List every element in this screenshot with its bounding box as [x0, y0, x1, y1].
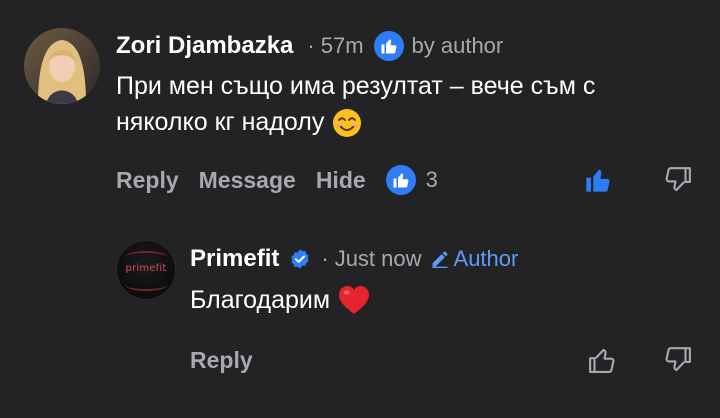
separator-dot: · — [307, 33, 315, 58]
thumbs-up-icon — [393, 173, 409, 188]
thumbs-up-badge-icon — [373, 31, 404, 61]
author-label-text: Author — [453, 246, 519, 271]
reply-button[interactable]: Reply — [190, 347, 253, 374]
thumbs-down-icon — [665, 167, 691, 192]
reaction-summary[interactable]: 3 — [385, 165, 438, 195]
message-button[interactable]: Message — [199, 167, 296, 194]
page-avatar[interactable]: primefit — [116, 240, 176, 300]
reply-button[interactable]: Reply — [116, 167, 179, 194]
thumbs-up-icon — [381, 39, 396, 54]
comment-text: При мен също има резултат – вече съм с н… — [116, 68, 686, 140]
reply-text: Благодарим — [190, 282, 370, 318]
primefit-logo: primefit — [125, 263, 167, 274]
pencil-icon — [430, 249, 450, 269]
liked-by-author-label: by author — [411, 33, 504, 58]
reply-text-content: Благодарим — [190, 286, 331, 314]
reply-time[interactable]: Just now — [335, 246, 422, 272]
thumbs-up-filled-icon — [586, 169, 610, 192]
separator-dot: · — [321, 246, 329, 271]
comment-author-name[interactable]: Zori Djambazka — [116, 32, 293, 60]
logo-swoosh — [125, 251, 167, 263]
upvote-button[interactable] — [580, 162, 616, 198]
verified-badge-icon — [289, 248, 311, 270]
logo-swoosh — [125, 279, 167, 291]
author-label: Author — [430, 246, 519, 272]
reaction-count: 3 — [425, 167, 438, 192]
upvote-button[interactable] — [584, 342, 620, 378]
comment-header: Zori Djambazka · 57m by author — [116, 30, 503, 62]
hide-button[interactable]: Hide — [316, 167, 366, 194]
avatar[interactable] — [24, 28, 100, 104]
avatar-photo — [24, 28, 100, 104]
reply-header: Primefit · Just now Author — [190, 243, 518, 275]
red-heart-icon — [338, 285, 370, 315]
reply-actions: Reply — [190, 344, 273, 376]
comment-thread: Zori Djambazka · 57m by author При мен с… — [0, 0, 720, 418]
downvote-button[interactable] — [660, 342, 696, 378]
comment-time[interactable]: 57m — [321, 33, 364, 59]
smiling-face-icon — [332, 108, 362, 138]
comment-actions: Reply Message Hide 3 — [116, 164, 438, 196]
thumbs-up-badge-icon — [385, 165, 416, 195]
downvote-button[interactable] — [660, 162, 696, 198]
thumbs-up-icon — [589, 348, 615, 373]
reply-author-name[interactable]: Primefit — [190, 245, 279, 273]
thumbs-down-icon — [665, 347, 691, 372]
